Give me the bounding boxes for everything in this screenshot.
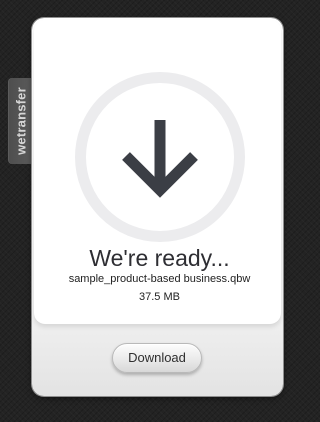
arrow-down-icon <box>122 120 198 198</box>
wetransfer-side-tab[interactable]: wetransfer <box>8 78 34 164</box>
wetransfer-logo: wetransfer <box>13 87 29 155</box>
file-name: sample_product-based business.qbw <box>68 273 251 285</box>
file-size: 37.5 MB <box>139 291 180 303</box>
download-card: We're ready... sample_product-based busi… <box>32 18 283 396</box>
ready-title: We're ready... <box>89 245 230 271</box>
download-progress-ring <box>75 72 245 242</box>
download-button[interactable]: Download <box>112 343 202 373</box>
download-card-body: We're ready... sample_product-based busi… <box>34 20 281 324</box>
